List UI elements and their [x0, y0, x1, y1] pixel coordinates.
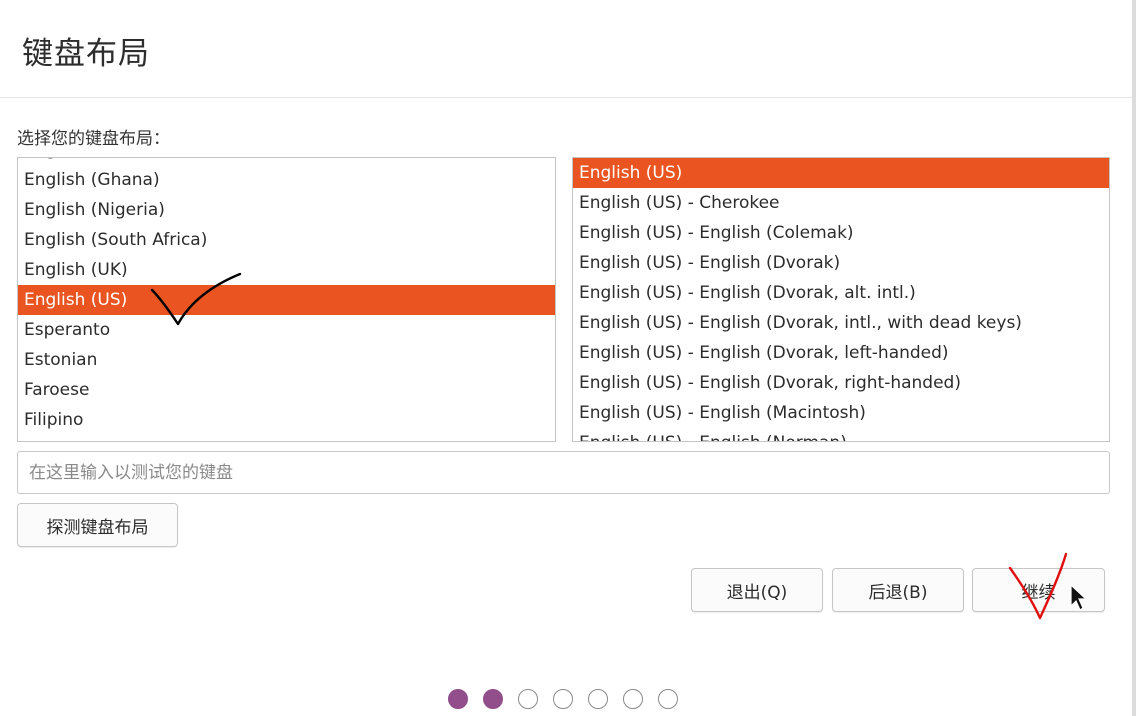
progress-dots [448, 689, 678, 709]
layout-row[interactable]: Faroese [18, 375, 555, 405]
mouse-cursor-icon [1070, 584, 1088, 611]
title-divider [0, 97, 1132, 98]
progress-dot [483, 689, 503, 709]
layout-row[interactable]: English (Ghana) [18, 165, 555, 195]
page-title: 键盘布局 [22, 36, 150, 72]
layout-row[interactable]: English (Cameroon) [18, 158, 555, 165]
window-edge [1132, 0, 1136, 716]
variant-row[interactable]: English (US) [573, 158, 1109, 188]
detect-layout-button[interactable]: 探测键盘布局 [17, 503, 178, 547]
handdrawn-red-checkmark [1008, 552, 1068, 620]
variant-row[interactable]: English (US) - English (Dvorak, left-han… [573, 338, 1109, 368]
variant-row[interactable]: English (US) - English (Dvorak, right-ha… [573, 368, 1109, 398]
handdrawn-checkmark [150, 272, 242, 326]
progress-dot [553, 689, 573, 709]
layout-row[interactable]: Filipino [18, 405, 555, 435]
layout-prompt: 选择您的键盘布局： [17, 129, 170, 149]
layout-row[interactable]: English (UK) [18, 255, 555, 285]
variant-row[interactable]: English (US) - English (Dvorak) [573, 248, 1109, 278]
variant-row[interactable]: English (US) - Cherokee [573, 188, 1109, 218]
progress-dot [658, 689, 678, 709]
layout-row[interactable]: English (South Africa) [18, 225, 555, 255]
variant-list[interactable]: English (US) English (US) - Cherokee Engli… [572, 157, 1110, 442]
layout-row[interactable]: Estonian [18, 345, 555, 375]
progress-dot [588, 689, 608, 709]
progress-dot [518, 689, 538, 709]
layout-list[interactable]: English (Cameroon)English (Ghana)English… [17, 157, 556, 442]
layout-rows: English (Cameroon)English (Ghana)English… [18, 158, 555, 441]
installer-window: 键盘布局 选择您的键盘布局： English (Cameroon)English… [0, 0, 1136, 716]
progress-dot [623, 689, 643, 709]
layout-row[interactable]: English (Nigeria) [18, 195, 555, 225]
layout-row[interactable]: Finnish [18, 435, 555, 441]
keyboard-test-input[interactable] [17, 451, 1110, 494]
layout-row[interactable]: English (US) [18, 285, 555, 315]
layout-row[interactable]: Esperanto [18, 315, 555, 345]
quit-button[interactable]: 退出(Q) [691, 568, 823, 612]
variant-rows: English (US) English (US) - Cherokee Engli… [573, 158, 1109, 441]
variant-row[interactable]: English (US) - English (Dvorak, alt. int… [573, 278, 1109, 308]
progress-dot [448, 689, 468, 709]
variant-row[interactable]: English (US) - English (Norman) [573, 428, 1109, 441]
variant-row[interactable]: English (US) - English (Macintosh) [573, 398, 1109, 428]
variant-row[interactable]: English (US) - English (Colemak) [573, 218, 1109, 248]
variant-row[interactable]: English (US) - English (Dvorak, intl., w… [573, 308, 1109, 338]
back-button[interactable]: 后退(B) [832, 568, 964, 612]
